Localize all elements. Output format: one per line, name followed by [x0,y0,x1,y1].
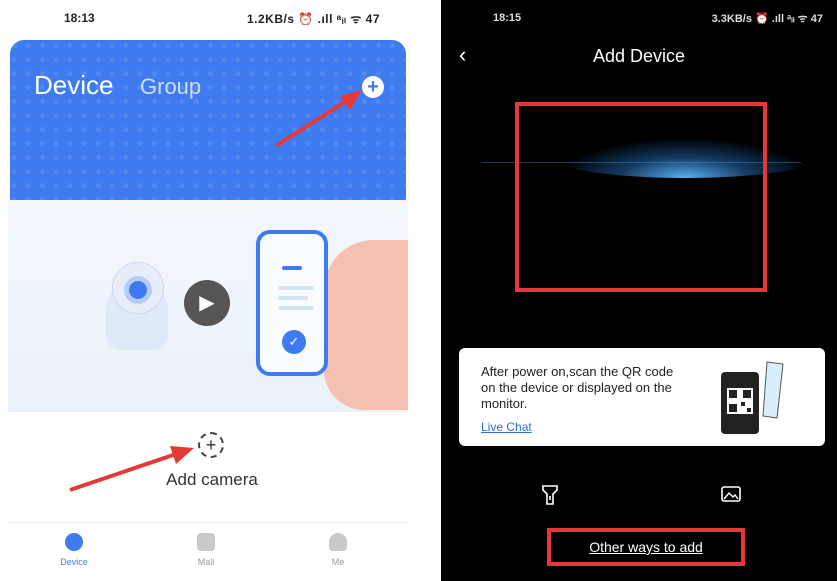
nav-mall[interactable]: Mall [176,533,236,567]
phone-line [278,296,308,300]
other-ways-to-add-link[interactable]: Other ways to add [547,528,745,566]
add-device-screen: 18:15 3.3KB/s ⏰ .ıll ᵃᵢₗ ᯤ 47 ‹ Add Devi… [441,0,837,581]
album-icon[interactable] [721,486,741,502]
status-bar: 18:13 1.2KB/s ⏰ .ıll ᵃᵢₗ ᯤ 47 [8,0,408,36]
camera-illustration: ▶ ✓ [8,200,408,412]
status-indicators: 3.3KB/s ⏰ .ıll ᵃᵢₗ ᯤ 47 [711,12,823,25]
nav-device[interactable]: Device [44,533,104,567]
nav-me[interactable]: Me [308,533,368,567]
live-chat-link[interactable]: Live Chat [481,420,532,434]
phone-line [278,306,314,310]
hand-illustration [324,240,408,410]
scan-instructions: After power on,scan the QR code on the d… [481,364,674,411]
device-list-screen: 18:13 1.2KB/s ⏰ .ıll ᵃᵢₗ ᯤ 47 Device Gro… [8,0,408,581]
camera-icon [65,533,83,551]
info-card: After power on,scan the QR code on the d… [459,348,825,446]
status-bar: 18:15 3.3KB/s ⏰ .ıll ᵃᵢₗ ᯤ 47 [441,0,837,36]
app-header: Device Group + [10,40,406,200]
dashed-plus-icon[interactable]: + [198,432,224,458]
plus-circle-icon[interactable]: + [362,76,384,98]
add-camera-area[interactable]: + Add camera [10,412,406,516]
status-time: 18:13 [64,11,95,25]
nav-device-label: Device [60,557,88,567]
nav-me-label: Me [331,557,345,567]
play-icon: ▶ [184,280,230,326]
flashlight-icon[interactable] [541,484,559,506]
person-icon [329,533,347,551]
page-title: Add Device [592,46,686,66]
qr-scan-frame [515,102,767,292]
bag-icon [197,533,215,551]
tab-group[interactable]: Group [140,74,201,100]
camera-lens [124,276,152,304]
bottom-nav: Device Mall Me [8,522,408,581]
phone-illustration: ✓ [256,230,328,376]
nav-mall-label: Mall [197,557,215,567]
phone-line [278,286,314,290]
status-indicators: 1.2KB/s ⏰ .ıll ᵃᵢₗ ᯤ 47 [247,11,380,26]
status-time: 18:15 [493,12,522,24]
qr-device-illustration [721,361,784,434]
tab-device[interactable]: Device [34,70,113,101]
phone-line [282,266,302,270]
check-icon: ✓ [282,330,306,354]
add-camera-label[interactable]: Add camera [10,470,406,490]
